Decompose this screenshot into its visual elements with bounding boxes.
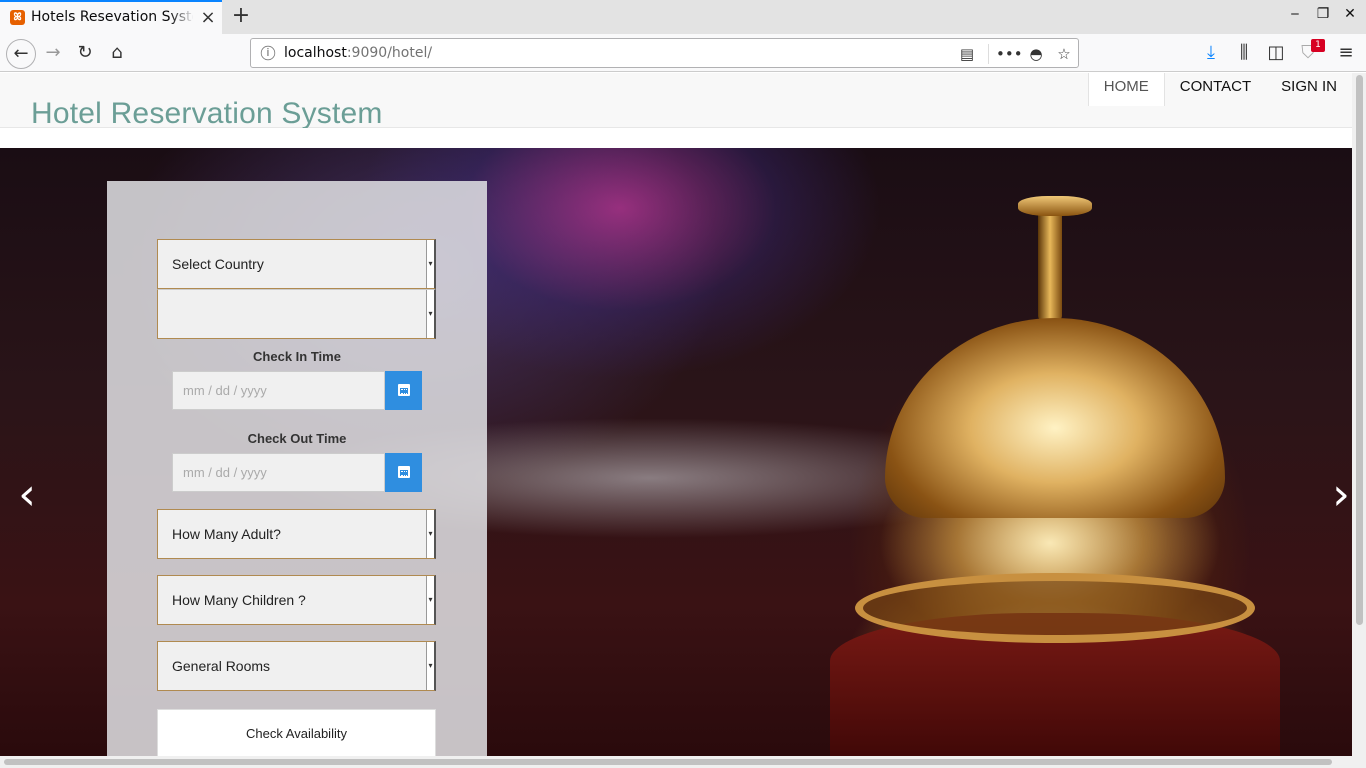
- browser-toolbar: ← → ↻ ⌂ i localhost:9090/hotel/ ▤ ••• ◓ …: [0, 34, 1366, 72]
- adult-select-value: How Many Adult?: [172, 526, 281, 542]
- library-icon[interactable]: ⫼: [1231, 40, 1257, 66]
- check-availability-button[interactable]: Check Availability: [157, 709, 436, 756]
- browser-tab-bar: ꕤ Hotels Resevation System × + ‒ ❐ ✕: [0, 0, 1366, 34]
- url-path: :9090/hotel/: [346, 45, 433, 61]
- page-actions-icon[interactable]: •••: [996, 43, 1023, 65]
- children-count-select[interactable]: How Many Children ? ▾: [157, 575, 436, 625]
- horizontal-scrollbar[interactable]: [0, 756, 1366, 768]
- dropdown-caret-icon: ▾: [426, 642, 434, 690]
- reload-icon[interactable]: ↻: [72, 40, 98, 66]
- dropdown-caret-icon: ▾: [426, 510, 434, 558]
- dropdown-caret-icon: ▾: [426, 290, 434, 338]
- vertical-scrollbar[interactable]: [1352, 73, 1366, 756]
- adult-count-select[interactable]: How Many Adult? ▾: [157, 509, 436, 559]
- bell-dome-image: [885, 318, 1225, 518]
- main-nav: HOME CONTACT SIGN IN: [1087, 73, 1352, 127]
- check-in-label: Check In Time: [253, 349, 341, 364]
- carousel-prev-icon[interactable]: ‹: [12, 470, 42, 520]
- notification-badge: 1: [1311, 39, 1325, 52]
- check-out-date-input[interactable]: mm / dd / yyyy: [172, 453, 385, 492]
- check-out-placeholder: mm / dd / yyyy: [183, 465, 267, 480]
- web-page: Hotel Reservation System HOME CONTACT SI…: [0, 73, 1352, 756]
- calendar-icon: [398, 384, 410, 396]
- site-info-icon[interactable]: i: [260, 45, 276, 61]
- country-select[interactable]: Select Country ▾: [157, 239, 436, 289]
- browser-tab[interactable]: ꕤ Hotels Resevation System ×: [0, 0, 222, 34]
- check-in-placeholder: mm / dd / yyyy: [183, 383, 267, 398]
- xampp-favicon-icon: ꕤ: [10, 10, 25, 25]
- close-tab-icon[interactable]: ×: [198, 8, 218, 28]
- back-arrow-icon[interactable]: ←: [6, 39, 36, 69]
- check-in-calendar-button[interactable]: [385, 371, 422, 410]
- site-header: Hotel Reservation System HOME CONTACT SI…: [0, 73, 1352, 131]
- forward-arrow-icon[interactable]: →: [40, 40, 66, 66]
- site-title[interactable]: Hotel Reservation System: [31, 97, 383, 131]
- minimize-window-button[interactable]: ‒: [1285, 4, 1305, 24]
- pocket-icon[interactable]: ◓: [1025, 43, 1047, 65]
- bell-stem-image: [1038, 200, 1062, 320]
- nav-contact[interactable]: CONTACT: [1165, 73, 1266, 106]
- home-icon[interactable]: ⌂: [104, 40, 130, 66]
- children-select-value: How Many Children ?: [172, 592, 306, 608]
- country-select-value: Select Country: [172, 256, 264, 272]
- url-text[interactable]: localhost:9090/hotel/: [284, 45, 432, 61]
- calendar-icon: [398, 466, 410, 478]
- new-tab-button[interactable]: +: [229, 4, 253, 28]
- room-type-select[interactable]: General Rooms ▾: [157, 641, 436, 691]
- dropdown-caret-icon: ▾: [426, 240, 434, 288]
- tab-title-fade: [170, 4, 194, 34]
- bell-knob-image: [1018, 196, 1092, 216]
- downloads-icon[interactable]: ⤓: [1198, 40, 1224, 66]
- booking-form: Select Country ▾ ▾ Check In Time mm / dd…: [107, 181, 487, 756]
- check-out-label: Check Out Time: [247, 431, 347, 446]
- room-select-value: General Rooms: [172, 658, 271, 674]
- restore-window-button[interactable]: ❐: [1313, 4, 1333, 24]
- nav-sign-in[interactable]: SIGN IN: [1266, 73, 1352, 106]
- check-in-date-input[interactable]: mm / dd / yyyy: [172, 371, 385, 410]
- hero-carousel: ‹ › Select Country ▾ ▾ Check In Time mm …: [0, 148, 1352, 756]
- tab-title: Hotels Resevation System: [31, 9, 193, 25]
- carousel-next-icon[interactable]: ›: [1326, 470, 1352, 520]
- dropdown-caret-icon: ▾: [426, 576, 434, 624]
- bell-ring-image: [855, 573, 1255, 643]
- close-window-button[interactable]: ✕: [1340, 4, 1360, 24]
- header-spacer: [0, 128, 1352, 148]
- reader-view-icon[interactable]: ▤: [956, 43, 978, 65]
- sidebar-icon[interactable]: ◫: [1263, 40, 1289, 66]
- vertical-scroll-thumb[interactable]: [1356, 75, 1363, 625]
- check-out-calendar-button[interactable]: [385, 453, 422, 492]
- horizontal-scroll-thumb[interactable]: [4, 759, 1332, 765]
- address-bar[interactable]: i localhost:9090/hotel/ ▤ ••• ◓ ☆: [250, 38, 1079, 68]
- nav-home[interactable]: HOME: [1087, 73, 1165, 106]
- url-separator: [988, 44, 989, 64]
- hamburger-menu-icon[interactable]: ≡: [1333, 40, 1359, 66]
- url-host: localhost: [284, 45, 347, 61]
- city-select[interactable]: ▾: [157, 289, 436, 339]
- bookmark-star-icon[interactable]: ☆: [1053, 43, 1075, 65]
